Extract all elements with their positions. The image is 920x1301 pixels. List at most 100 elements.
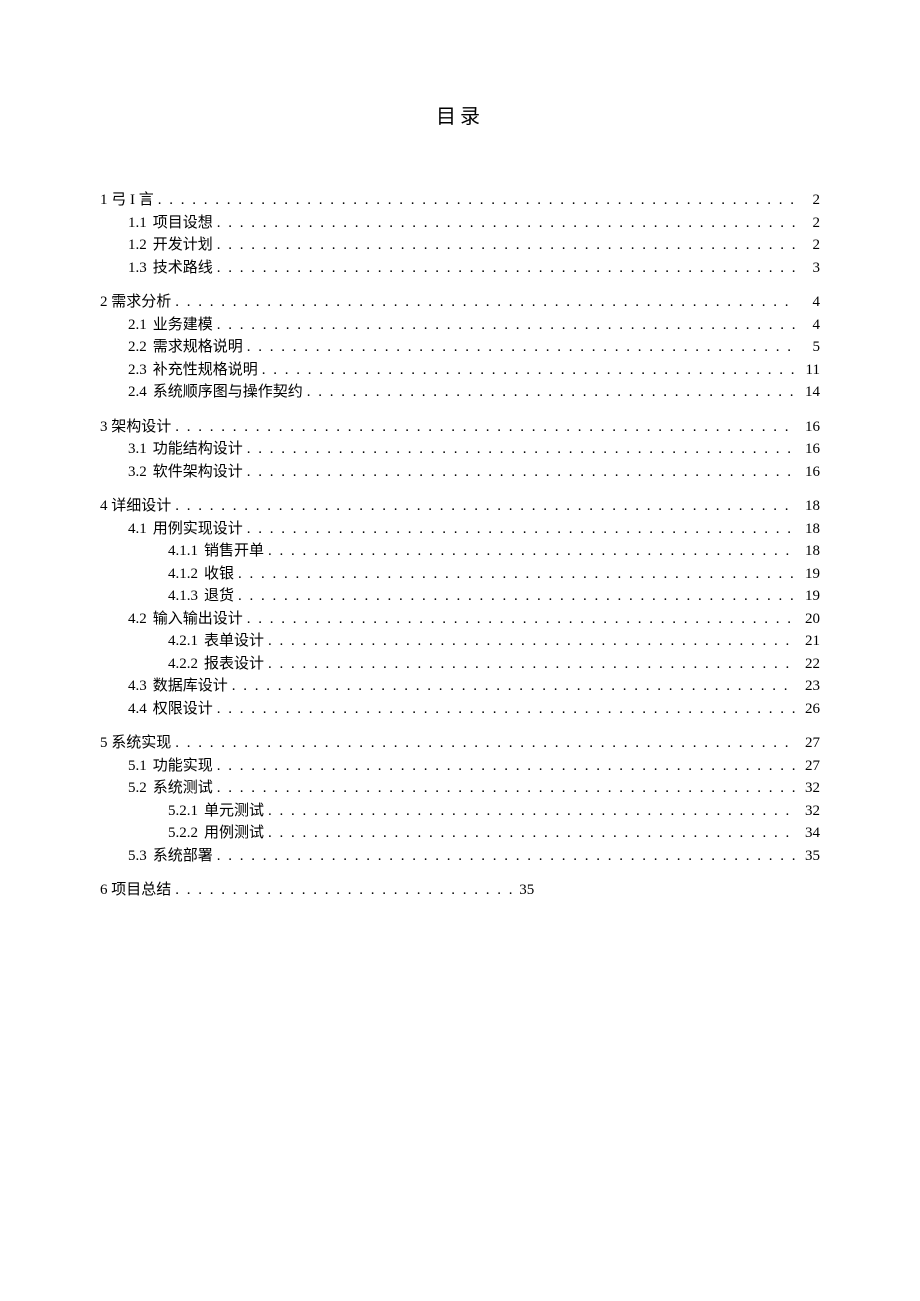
entry-page-number: 2 [796,212,820,235]
entry-title: 报表设计 [204,653,268,676]
entry-number: 4.1.3 [168,585,204,608]
entry-number: 4.2 [128,608,153,631]
entry-title: 收银 [204,563,238,586]
entry-number: 6 项目总结 [100,879,175,902]
entry-page-number: 21 [796,630,820,653]
toc-title: 目录 [100,100,820,129]
toc-entry: 2.1业务建模4 [100,314,820,337]
entry-page-number: 18 [796,495,820,518]
toc-entry: 1.2开发计划2 [100,234,820,257]
entry-number: 4.2.2 [168,653,204,676]
entry-leader-dots [217,212,796,235]
entry-leader-dots [268,540,796,563]
entry-title: 单元测试 [204,800,268,823]
entry-leader-dots [158,189,796,212]
entry-title: 系统顺序图与操作契约 [153,381,307,404]
entry-number: 5.3 [128,845,153,868]
entry-title: 表单设计 [204,630,268,653]
entry-title: 销售开单 [204,540,268,563]
entry-page-number: 26 [796,698,820,721]
toc-entry: 5.2系统测试 32 [100,777,820,800]
entry-leader-dots [247,518,796,541]
toc-entry: 3.1功能结构设计16 [100,438,820,461]
toc-entry: 4.2.2报表设计 22 [100,653,820,676]
toc-entry: 2.4系统顺序图与操作契约14 [100,381,820,404]
entry-page-number: 34 [796,822,820,845]
entry-page-number: 11 [796,359,820,382]
entry-title: 技术路线 [153,257,217,280]
entry-page-number: 16 [796,416,820,439]
toc-group: 5 系统实现275.1功能实现275.2系统测试325.2.1单元测试325.2… [100,732,820,867]
entry-title: 补充性规格说明 [153,359,262,382]
entry-leader-dots [217,257,796,280]
entry-leader-dots [232,675,796,698]
entry-number: 4.1.1 [168,540,204,563]
entry-number: 4.4 [128,698,153,721]
entry-number: 2.2 [128,336,153,359]
entry-number: 5.2 [128,777,153,800]
entry-page-number: 35 [515,879,539,902]
entry-title: 功能结构设计 [153,438,247,461]
entry-title: 系统测试 [153,777,217,800]
toc-entry: 4 详细设计 18 [100,495,820,518]
entry-number: 5.1 [128,755,153,778]
entry-leader-dots [268,822,796,845]
toc-entry: 1 弓 I 言2 [100,189,820,212]
entry-title: 用例测试 [204,822,268,845]
entry-leader-dots [217,314,796,337]
toc-entry: 6 项目总结 35 [100,879,820,902]
entry-page-number: 18 [796,540,820,563]
entry-title: 输入输出设计 [153,608,247,631]
entry-title: 软件架构设计 [153,461,247,484]
entry-leader-dots [307,381,796,404]
entry-number: 5 系统实现 [100,732,175,755]
entry-page-number: 19 [796,563,820,586]
entry-title: 数据库设计 [153,675,232,698]
toc-entry: 2 需求分析4 [100,291,820,314]
entry-page-number: 16 [796,438,820,461]
entry-number: 5.2.1 [168,800,204,823]
toc-entry: 5 系统实现27 [100,732,820,755]
entry-leader-dots [175,416,796,439]
entry-page-number: 35 [796,845,820,868]
entry-leader-dots [217,698,796,721]
entry-title: 系统部署 [153,845,217,868]
entry-number: 1.1 [128,212,153,235]
toc-list: 1 弓 I 言21.1项目设想21.2开发计划21.3技术路线32 需求分析42… [100,189,820,902]
entry-number: 1.2 [128,234,153,257]
entry-title: 退货 [204,585,238,608]
entry-number: 4 详细设计 [100,495,175,518]
entry-leader-dots [217,234,796,257]
toc-entry: 4.1用例实现设计18 [100,518,820,541]
entry-page-number: 2 [796,189,820,212]
entry-page-number: 32 [796,777,820,800]
entry-number: 5.2.2 [168,822,204,845]
entry-leader-dots [175,291,796,314]
entry-title: 需求规格说明 [153,336,247,359]
entry-number: 2 需求分析 [100,291,175,314]
entry-page-number: 18 [796,518,820,541]
entry-number: 4.3 [128,675,153,698]
entry-page-number: 32 [796,800,820,823]
entry-leader-dots [268,653,796,676]
toc-entry: 2.2需求规格说明 5 [100,336,820,359]
entry-leader-dots [247,438,796,461]
entry-page-number: 22 [796,653,820,676]
entry-page-number: 23 [796,675,820,698]
entry-page-number: 5 [796,336,820,359]
entry-title: 功能实现 [153,755,217,778]
toc-entry: 1.3技术路线3 [100,257,820,280]
toc-group: 4 详细设计184.1用例实现设计184.1.1销售开单184.1.2收银194… [100,495,820,720]
entry-leader-dots [238,563,796,586]
entry-page-number: 2 [796,234,820,257]
toc-entry: 5.3系统部署 35 [100,845,820,868]
toc-entry: 4.2.1表单设计21 [100,630,820,653]
toc-entry: 3.2软件架构设计16 [100,461,820,484]
entry-leader-dots [217,755,796,778]
entry-number: 3.2 [128,461,153,484]
entry-page-number: 4 [796,314,820,337]
toc-entry: 2.3补充性规格说明11 [100,359,820,382]
toc-entry: 5.2.1单元测试 32 [100,800,820,823]
entry-number: 3 架构设计 [100,416,175,439]
entry-leader-dots [238,585,796,608]
